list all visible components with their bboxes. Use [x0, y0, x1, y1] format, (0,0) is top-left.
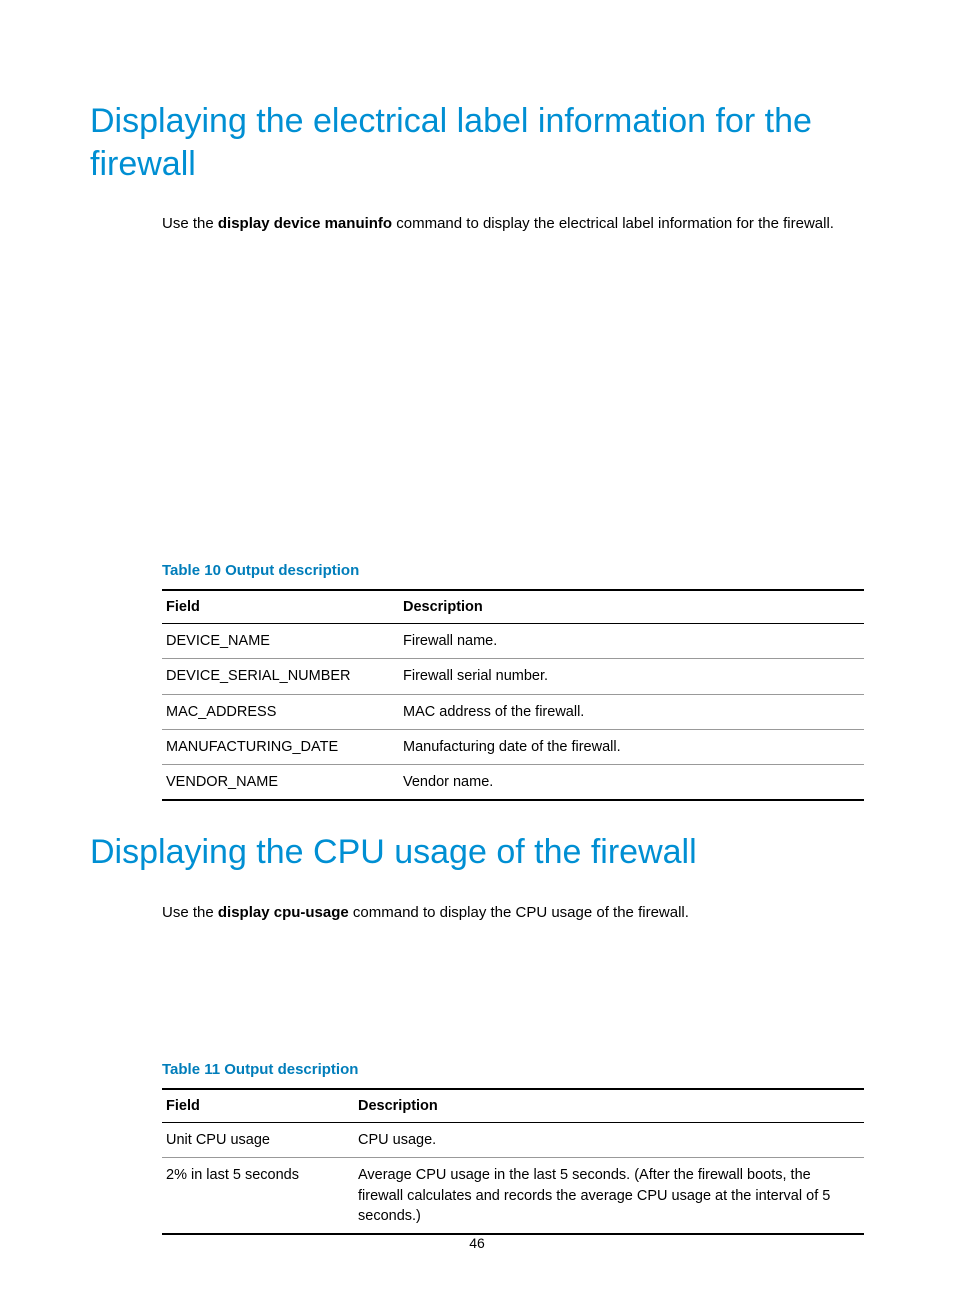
page-number: 46 — [0, 1235, 954, 1251]
cell-desc: Vendor name. — [399, 765, 864, 801]
cell-desc: Manufacturing date of the firewall. — [399, 729, 864, 764]
table-row: DEVICE_NAME Firewall name. — [162, 624, 864, 659]
table-caption-11: Table 11 Output description — [90, 1061, 864, 1078]
table-row: MAC_ADDRESS MAC address of the firewall. — [162, 694, 864, 729]
intro-prefix-1: Use the — [162, 215, 218, 232]
table-header-row: Field Description — [162, 1089, 864, 1123]
col-header-description: Description — [354, 1089, 864, 1123]
cell-field: VENDOR_NAME — [162, 765, 399, 801]
cell-desc: Firewall name. — [399, 624, 864, 659]
intro-command-1: display device manuinfo — [218, 215, 392, 232]
col-header-field: Field — [162, 590, 399, 624]
intro-prefix-2: Use the — [162, 904, 218, 921]
col-header-field: Field — [162, 1089, 354, 1123]
col-header-description: Description — [399, 590, 864, 624]
intro-paragraph-1: Use the display device manuinfo command … — [90, 213, 864, 234]
cell-field: DEVICE_SERIAL_NUMBER — [162, 659, 399, 694]
cell-field: Unit CPU usage — [162, 1122, 354, 1157]
cell-desc: MAC address of the firewall. — [399, 694, 864, 729]
table-caption-10: Table 10 Output description — [90, 562, 864, 579]
table-row: DEVICE_SERIAL_NUMBER Firewall serial num… — [162, 659, 864, 694]
cell-field: DEVICE_NAME — [162, 624, 399, 659]
cell-desc: CPU usage. — [354, 1122, 864, 1157]
table-header-row: Field Description — [162, 590, 864, 624]
cell-field: MANUFACTURING_DATE — [162, 729, 399, 764]
section-heading-2: Displaying the CPU usage of the firewall — [90, 831, 864, 874]
table-row: VENDOR_NAME Vendor name. — [162, 765, 864, 801]
table-row: Unit CPU usage CPU usage. — [162, 1122, 864, 1157]
intro-paragraph-2: Use the display cpu-usage command to dis… — [90, 902, 864, 923]
cell-field: 2% in last 5 seconds — [162, 1158, 354, 1234]
intro-command-2: display cpu-usage — [218, 904, 349, 921]
cell-field: MAC_ADDRESS — [162, 694, 399, 729]
table-11: Field Description Unit CPU usage CPU usa… — [162, 1088, 864, 1235]
cell-desc: Average CPU usage in the last 5 seconds.… — [354, 1158, 864, 1234]
table-row: MANUFACTURING_DATE Manufacturing date of… — [162, 729, 864, 764]
section-heading-1: Displaying the electrical label informat… — [90, 100, 864, 185]
table-10: Field Description DEVICE_NAME Firewall n… — [162, 589, 864, 801]
intro-suffix-2: command to display the CPU usage of the … — [349, 904, 689, 921]
table-row: 2% in last 5 seconds Average CPU usage i… — [162, 1158, 864, 1234]
intro-suffix-1: command to display the electrical label … — [392, 215, 834, 232]
cell-desc: Firewall serial number. — [399, 659, 864, 694]
